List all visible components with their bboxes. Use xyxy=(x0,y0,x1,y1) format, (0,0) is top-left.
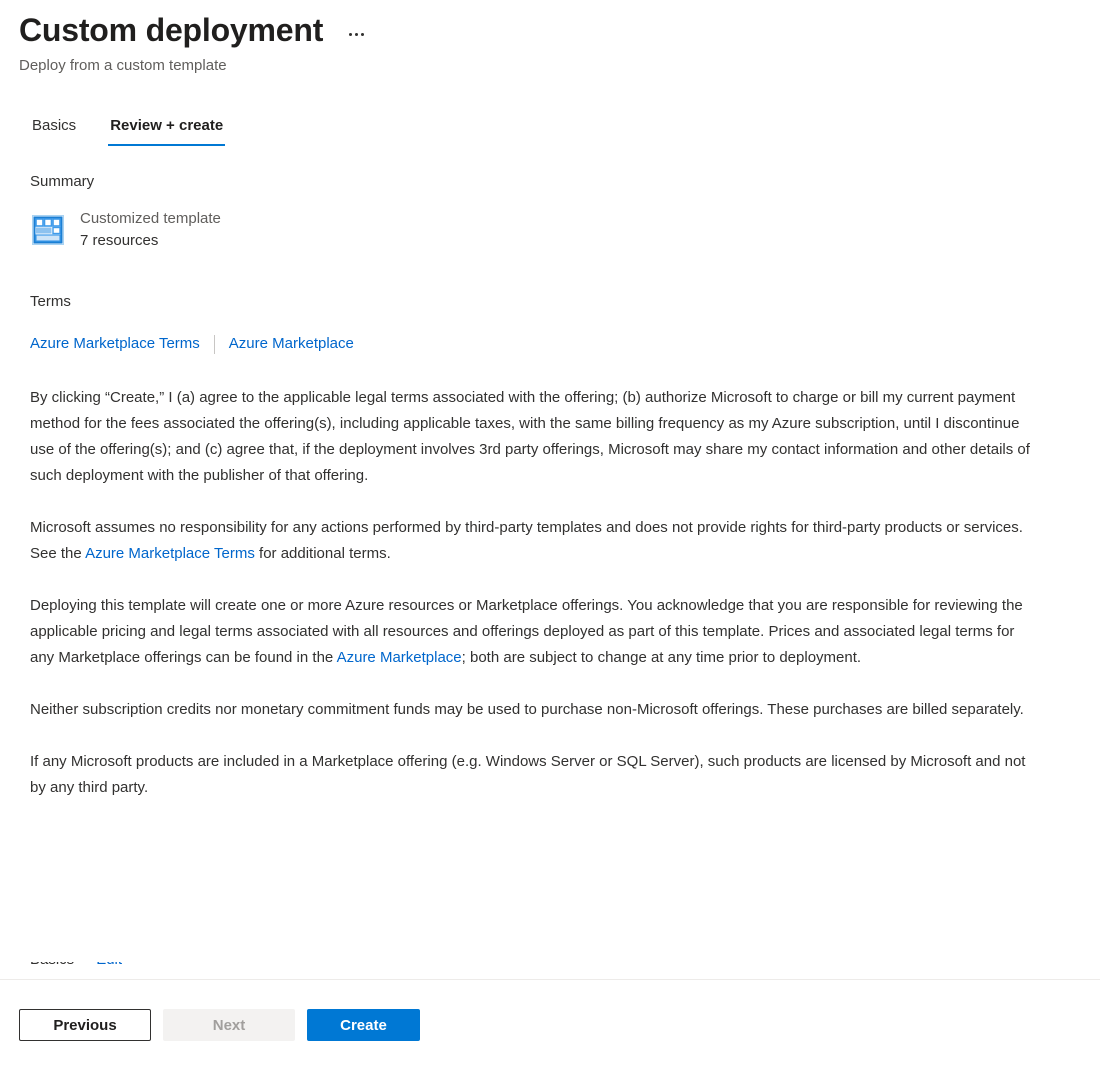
create-button[interactable]: Create xyxy=(307,1009,420,1041)
summary-heading: Summary xyxy=(30,173,95,190)
next-button: Next xyxy=(163,1009,295,1041)
page-content: Summary Customized template 7 resources xyxy=(0,172,1100,801)
ellipsis-icon[interactable] xyxy=(341,20,371,48)
custom-deployment-page: Custom deployment Deploy from a custom t… xyxy=(0,0,1100,1070)
template-name: Customized template xyxy=(80,210,221,227)
terms-paragraph: If any Microsoft products are included i… xyxy=(30,749,1030,801)
terms-paragraph: Microsoft assumes no responsibility for … xyxy=(30,515,1030,567)
tab-review-create[interactable]: Review + create xyxy=(108,112,226,146)
clipped-section-heading: Basics xyxy=(30,962,74,970)
link-azure-marketplace[interactable]: Azure Marketplace xyxy=(229,334,354,354)
page-title: Custom deployment xyxy=(19,12,324,48)
template-grid-icon xyxy=(32,215,64,245)
paragraph-text: Neither subscription credits nor monetar… xyxy=(30,701,1024,718)
ellipsis-dot xyxy=(348,32,352,36)
terms-paragraph: By clicking “Create,” I (a) agree to the… xyxy=(30,385,1030,489)
terms-body: By clicking “Create,” I (a) agree to the… xyxy=(30,385,1070,801)
page-header: Custom deployment Deploy from a custom t… xyxy=(0,0,1100,76)
tab-basics[interactable]: Basics xyxy=(30,112,78,146)
paragraph-text: By clicking “Create,” I (a) agree to the… xyxy=(30,389,1030,484)
link-azure-marketplace-terms[interactable]: Azure Marketplace Terms xyxy=(30,334,200,354)
paragraph-text: for additional terms. xyxy=(254,545,391,562)
ellipsis-dot xyxy=(354,32,358,36)
previous-button[interactable]: Previous xyxy=(19,1009,151,1041)
link-divider xyxy=(213,334,215,354)
terms-links: Azure Marketplace Terms Azure Marketplac… xyxy=(30,334,1070,354)
terms-heading: Terms xyxy=(30,293,71,310)
terms-paragraph: Neither subscription credits nor monetar… xyxy=(30,697,1030,723)
resource-count: 7 resources xyxy=(80,232,159,249)
terms-paragraph: Deploying this template will create one … xyxy=(30,593,1030,671)
inline-link-azure-marketplace[interactable]: Azure Marketplace xyxy=(337,649,462,666)
clipped-section-link[interactable]: Edit xyxy=(96,962,122,970)
clipped-section: Basics Edit xyxy=(30,962,1100,979)
inline-link-azure-marketplace-terms[interactable]: Azure Marketplace Terms xyxy=(85,545,255,562)
page-subtitle: Deploy from a custom template xyxy=(19,57,227,74)
paragraph-text: ; both are subject to change at any time… xyxy=(461,649,862,666)
wizard-tabs: Basics Review + create xyxy=(0,112,1100,146)
summary-text: Customized template 7 resources xyxy=(80,209,221,251)
title-row: Custom deployment xyxy=(19,10,1100,50)
summary-row: Customized template 7 resources xyxy=(32,209,1070,251)
wizard-footer: Previous Next Create xyxy=(0,979,1100,1070)
clipped-section-inner: Basics Edit xyxy=(30,962,122,970)
ellipsis-dot xyxy=(360,32,364,36)
paragraph-text: If any Microsoft products are included i… xyxy=(30,753,1026,796)
